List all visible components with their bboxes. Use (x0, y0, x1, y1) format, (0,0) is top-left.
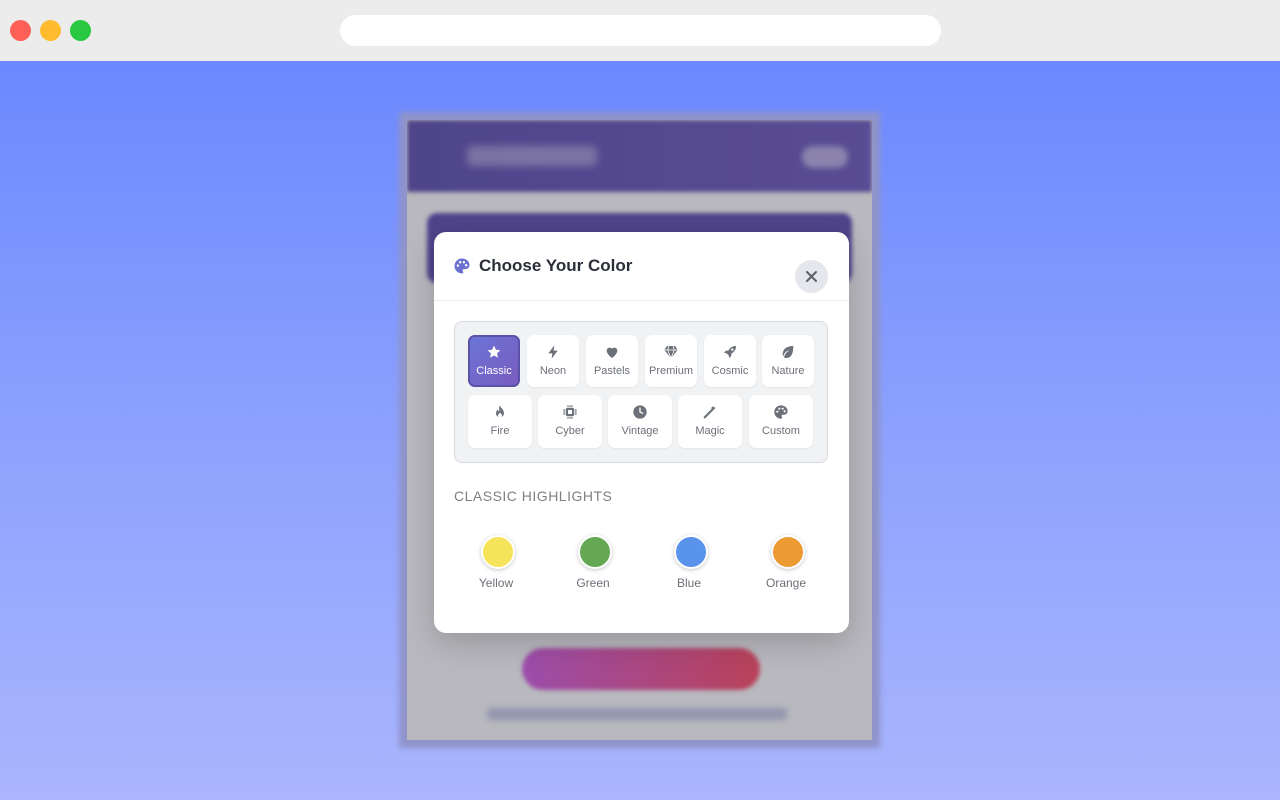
window-maximize-dot[interactable] (70, 20, 91, 41)
category-label: Nature (771, 365, 805, 377)
category-neon[interactable]: Neon (527, 335, 579, 387)
fire-icon (496, 405, 504, 418)
color-dot (578, 535, 612, 569)
browser-toolbar (0, 0, 1280, 61)
color-swatch-green[interactable]: Green (563, 535, 623, 595)
category-pastels[interactable]: Pastels (586, 335, 638, 387)
color-name: Green (576, 576, 610, 590)
rocket-icon (724, 346, 736, 358)
category-grid: Classic Neon Pastels Premium Cosmic Natu… (454, 321, 828, 463)
palette-icon (774, 405, 788, 419)
close-icon (806, 271, 817, 282)
category-vintage[interactable]: Vintage (608, 395, 672, 448)
category-premium[interactable]: Premium (645, 335, 697, 387)
color-picker-modal: Choose Your Color Classic Neon Pastels P… (434, 232, 849, 633)
gem-icon (664, 345, 678, 360)
category-custom[interactable]: Custom (749, 395, 813, 448)
color-dot (481, 535, 515, 569)
category-label: Cyber (555, 425, 585, 437)
color-swatch-orange[interactable]: Orange (756, 535, 816, 595)
modal-title: Choose Your Color (479, 256, 633, 275)
color-swatch-blue[interactable]: Blue (659, 535, 719, 595)
category-label: Premium (648, 365, 693, 377)
category-magic[interactable]: Magic (678, 395, 742, 448)
star-icon (487, 345, 501, 358)
clock-icon (633, 405, 647, 419)
category-label: Vintage (621, 425, 659, 437)
category-label: Pastels (593, 365, 631, 377)
category-label: Magic (695, 425, 725, 437)
window-close-dot[interactable] (10, 20, 31, 41)
color-name: Yellow (478, 576, 514, 590)
color-name: Orange (765, 576, 807, 590)
category-label: Custom (762, 425, 800, 437)
palette-icon (454, 258, 470, 274)
category-label: Cosmic (711, 365, 749, 377)
window-minimize-dot[interactable] (40, 20, 61, 41)
category-label: Neon (539, 365, 567, 377)
color-swatch-yellow[interactable]: Yellow (466, 535, 526, 595)
wand-icon (703, 406, 716, 419)
section-title: CLASSIC HIGHLIGHTS (454, 488, 613, 504)
leaf-icon (782, 346, 794, 358)
category-label: Fire (490, 425, 510, 437)
category-cosmic[interactable]: Cosmic (704, 335, 756, 387)
color-dot (674, 535, 708, 569)
category-cyber[interactable]: Cyber (538, 395, 602, 448)
category-fire[interactable]: Fire (468, 395, 532, 448)
category-nature[interactable]: Nature (762, 335, 814, 387)
color-name: Blue (676, 576, 702, 590)
bolt-icon (548, 345, 558, 359)
modal-header: Choose Your Color (434, 232, 849, 301)
category-label: Classic (476, 365, 512, 377)
heart-icon (606, 347, 618, 358)
category-classic[interactable]: Classic (468, 335, 520, 387)
color-dot (771, 535, 805, 569)
close-button[interactable] (795, 260, 828, 293)
microchip-icon (563, 405, 577, 419)
address-bar[interactable] (340, 15, 941, 46)
